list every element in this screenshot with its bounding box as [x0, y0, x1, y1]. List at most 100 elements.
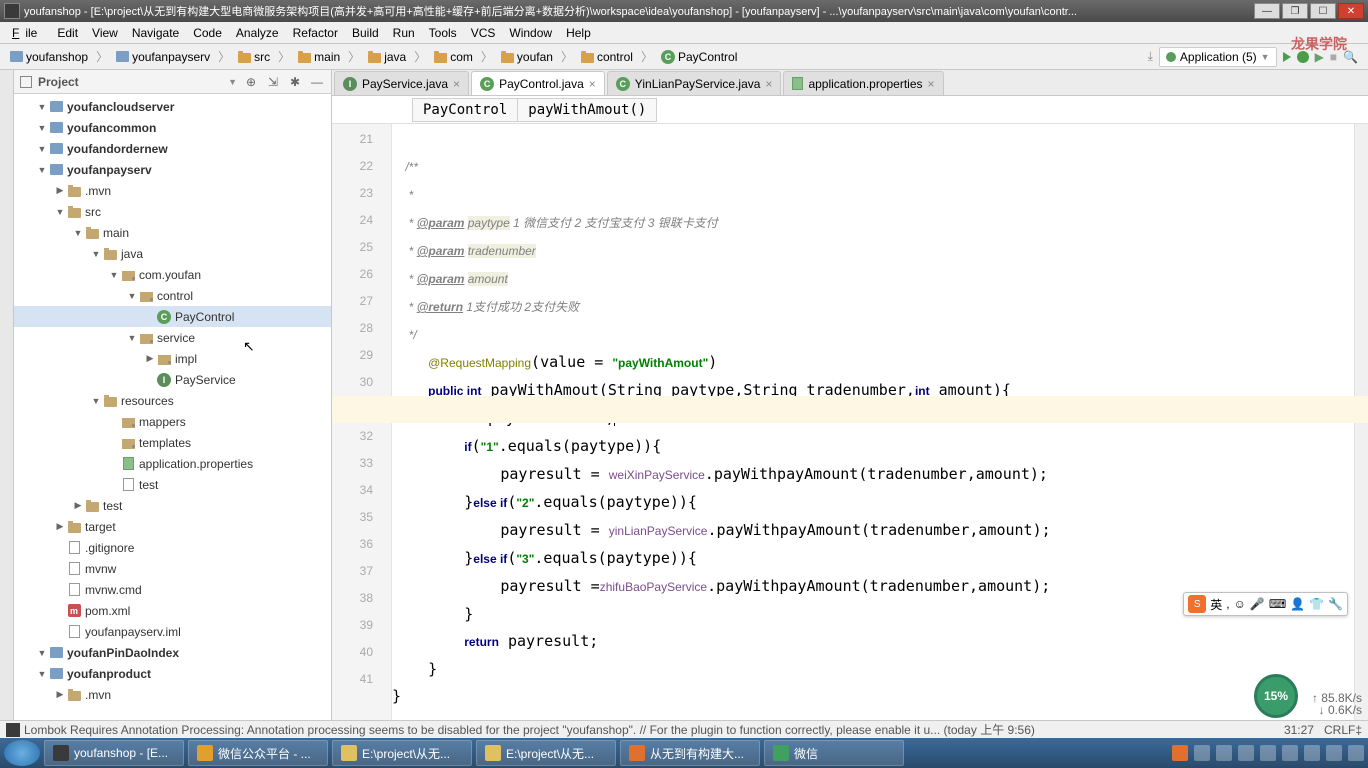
menu-code[interactable]: Code [187, 24, 228, 42]
tree-item[interactable]: youfanpayserv.iml [14, 621, 331, 642]
debug-button[interactable] [1297, 51, 1309, 63]
tree-item[interactable]: ▼main [14, 222, 331, 243]
search-icon[interactable]: 🔍 [1343, 50, 1358, 64]
ime-face-icon[interactable]: ☺ [1234, 597, 1246, 611]
nav-crumb-item[interactable]: CPayControl [657, 48, 741, 66]
tree-item[interactable]: mappers [14, 411, 331, 432]
ime-keyboard-icon[interactable]: ⌨ [1269, 597, 1286, 611]
tree-item[interactable]: application.properties [14, 453, 331, 474]
tree-arrow-icon[interactable]: ▼ [108, 270, 120, 280]
nav-crumb-item[interactable]: youfanpayserv [112, 48, 214, 66]
ime-comma[interactable]: , [1226, 597, 1229, 611]
minimize-button[interactable]: — [1254, 3, 1280, 19]
collapse-icon[interactable]: ⇲ [265, 74, 281, 90]
tree-item[interactable]: ▶.mvn [14, 684, 331, 705]
menu-help[interactable]: Help [560, 24, 597, 42]
tree-item[interactable]: ▼java [14, 243, 331, 264]
nav-crumb-item[interactable]: control [577, 48, 637, 66]
tree-item[interactable]: test [14, 474, 331, 495]
tray-icon[interactable] [1216, 745, 1232, 761]
ime-user-icon[interactable]: 👤 [1290, 597, 1305, 611]
tree-item[interactable]: ▼com.youfan [14, 264, 331, 285]
nav-crumb-item[interactable]: src [234, 48, 274, 66]
menu-tools[interactable]: Tools [423, 24, 463, 42]
ime-mode[interactable]: 英 [1210, 596, 1222, 613]
tree-item[interactable]: ▶test [14, 495, 331, 516]
ime-toolbar[interactable]: S 英 , ☺ 🎤 ⌨ 👤 👕 🔧 [1183, 592, 1348, 616]
taskbar-item[interactable]: 从无到有构建大... [620, 740, 760, 766]
bc-method[interactable]: payWithAmout() [518, 98, 657, 122]
maximize-button[interactable]: ☐ [1310, 3, 1336, 19]
tree-arrow-icon[interactable]: ▼ [36, 123, 48, 133]
start-button[interactable] [4, 740, 40, 766]
tree-arrow-icon[interactable]: ▼ [72, 228, 84, 238]
taskbar-item[interactable]: 微信公众平台 - ... [188, 740, 328, 766]
tree-item[interactable]: mvnw [14, 558, 331, 579]
menu-run[interactable]: Run [387, 24, 421, 42]
tree-arrow-icon[interactable]: ▼ [54, 207, 66, 217]
nav-crumb-item[interactable]: main [294, 48, 344, 66]
tray-icon[interactable] [1282, 745, 1298, 761]
menu-refactor[interactable]: Refactor [287, 24, 344, 42]
tree-arrow-icon[interactable]: ▼ [36, 102, 48, 112]
tab-close-icon[interactable]: × [589, 77, 596, 91]
nav-crumb-item[interactable]: java [364, 48, 410, 66]
ime-tool-icon[interactable]: 🔧 [1328, 597, 1343, 611]
tree-item[interactable]: ▼youfanPinDaoIndex [14, 642, 331, 663]
tree-item[interactable]: ▶impl [14, 348, 331, 369]
bc-class[interactable]: PayControl [412, 98, 518, 122]
code-editor[interactable]: 2122232425262728293031323334353637383940… [332, 124, 1368, 720]
tray-icon[interactable] [1348, 745, 1364, 761]
tray-icon[interactable] [1194, 745, 1210, 761]
tree-item[interactable]: ▶.mvn [14, 180, 331, 201]
tree-arrow-icon[interactable]: ▼ [36, 648, 48, 658]
menu-window[interactable]: Window [503, 24, 558, 42]
tree-item[interactable]: ▼youfancloudserver [14, 96, 331, 117]
gear-icon[interactable]: ✱ [287, 74, 303, 90]
tray-icon[interactable] [1260, 745, 1276, 761]
tree-item[interactable]: ▼resources [14, 390, 331, 411]
taskbar-item[interactable]: E:\project\从无... [332, 740, 472, 766]
tray-icon[interactable] [1326, 745, 1342, 761]
tree-arrow-icon[interactable]: ▶ [54, 521, 66, 532]
tree-item[interactable]: ▼service [14, 327, 331, 348]
taskbar-item[interactable]: E:\project\从无... [476, 740, 616, 766]
menu-edit[interactable]: Edit [51, 24, 84, 42]
menu-build[interactable]: Build [346, 24, 385, 42]
restore-button[interactable]: ❐ [1282, 3, 1308, 19]
locate-icon[interactable]: ⊕ [243, 74, 259, 90]
menu-navigate[interactable]: Navigate [126, 24, 185, 42]
tree-item[interactable]: CPayControl [14, 306, 331, 327]
tree-item[interactable]: ▼youfanproduct [14, 663, 331, 684]
editor-tab[interactable]: application.properties× [783, 71, 943, 95]
tree-item[interactable]: ▼youfancommon [14, 117, 331, 138]
tree-arrow-icon[interactable]: ▶ [144, 353, 156, 364]
run-config-selector[interactable]: Application (5) ▼ [1159, 47, 1277, 67]
tree-arrow-icon[interactable]: ▼ [36, 144, 48, 154]
hide-icon[interactable]: — [309, 74, 325, 90]
tab-close-icon[interactable]: × [765, 77, 772, 91]
tree-item[interactable]: ▼control [14, 285, 331, 306]
tree-arrow-icon[interactable]: ▶ [54, 185, 66, 196]
tree-arrow-icon[interactable]: ▼ [36, 165, 48, 175]
tree-arrow-icon[interactable]: ▼ [90, 396, 102, 406]
menu-view[interactable]: View [86, 24, 124, 42]
left-gutter-bar[interactable] [0, 70, 14, 720]
tab-close-icon[interactable]: × [453, 77, 460, 91]
run-button[interactable] [1283, 52, 1291, 62]
build-icon[interactable]: ⤓ [1148, 49, 1153, 64]
tree-arrow-icon[interactable]: ▼ [90, 249, 102, 259]
tree-arrow-icon[interactable]: ▼ [126, 291, 138, 301]
tree-item[interactable]: templates [14, 432, 331, 453]
menu-file[interactable]: File [6, 24, 49, 42]
coverage-button[interactable]: ▶ [1315, 50, 1324, 64]
panel-dropdown-icon[interactable]: ▼ [228, 77, 237, 87]
tree-item[interactable]: IPayService [14, 369, 331, 390]
menu-vcs[interactable]: VCS [465, 24, 502, 42]
ime-skin-icon[interactable]: 👕 [1309, 597, 1324, 611]
editor-tab[interactable]: CPayControl.java× [471, 71, 605, 95]
taskbar-item[interactable]: youfanshop - [E... [44, 740, 184, 766]
tree-item[interactable]: .gitignore [14, 537, 331, 558]
tray-icon[interactable] [1238, 745, 1254, 761]
editor-tab[interactable]: IPayService.java× [334, 71, 469, 95]
